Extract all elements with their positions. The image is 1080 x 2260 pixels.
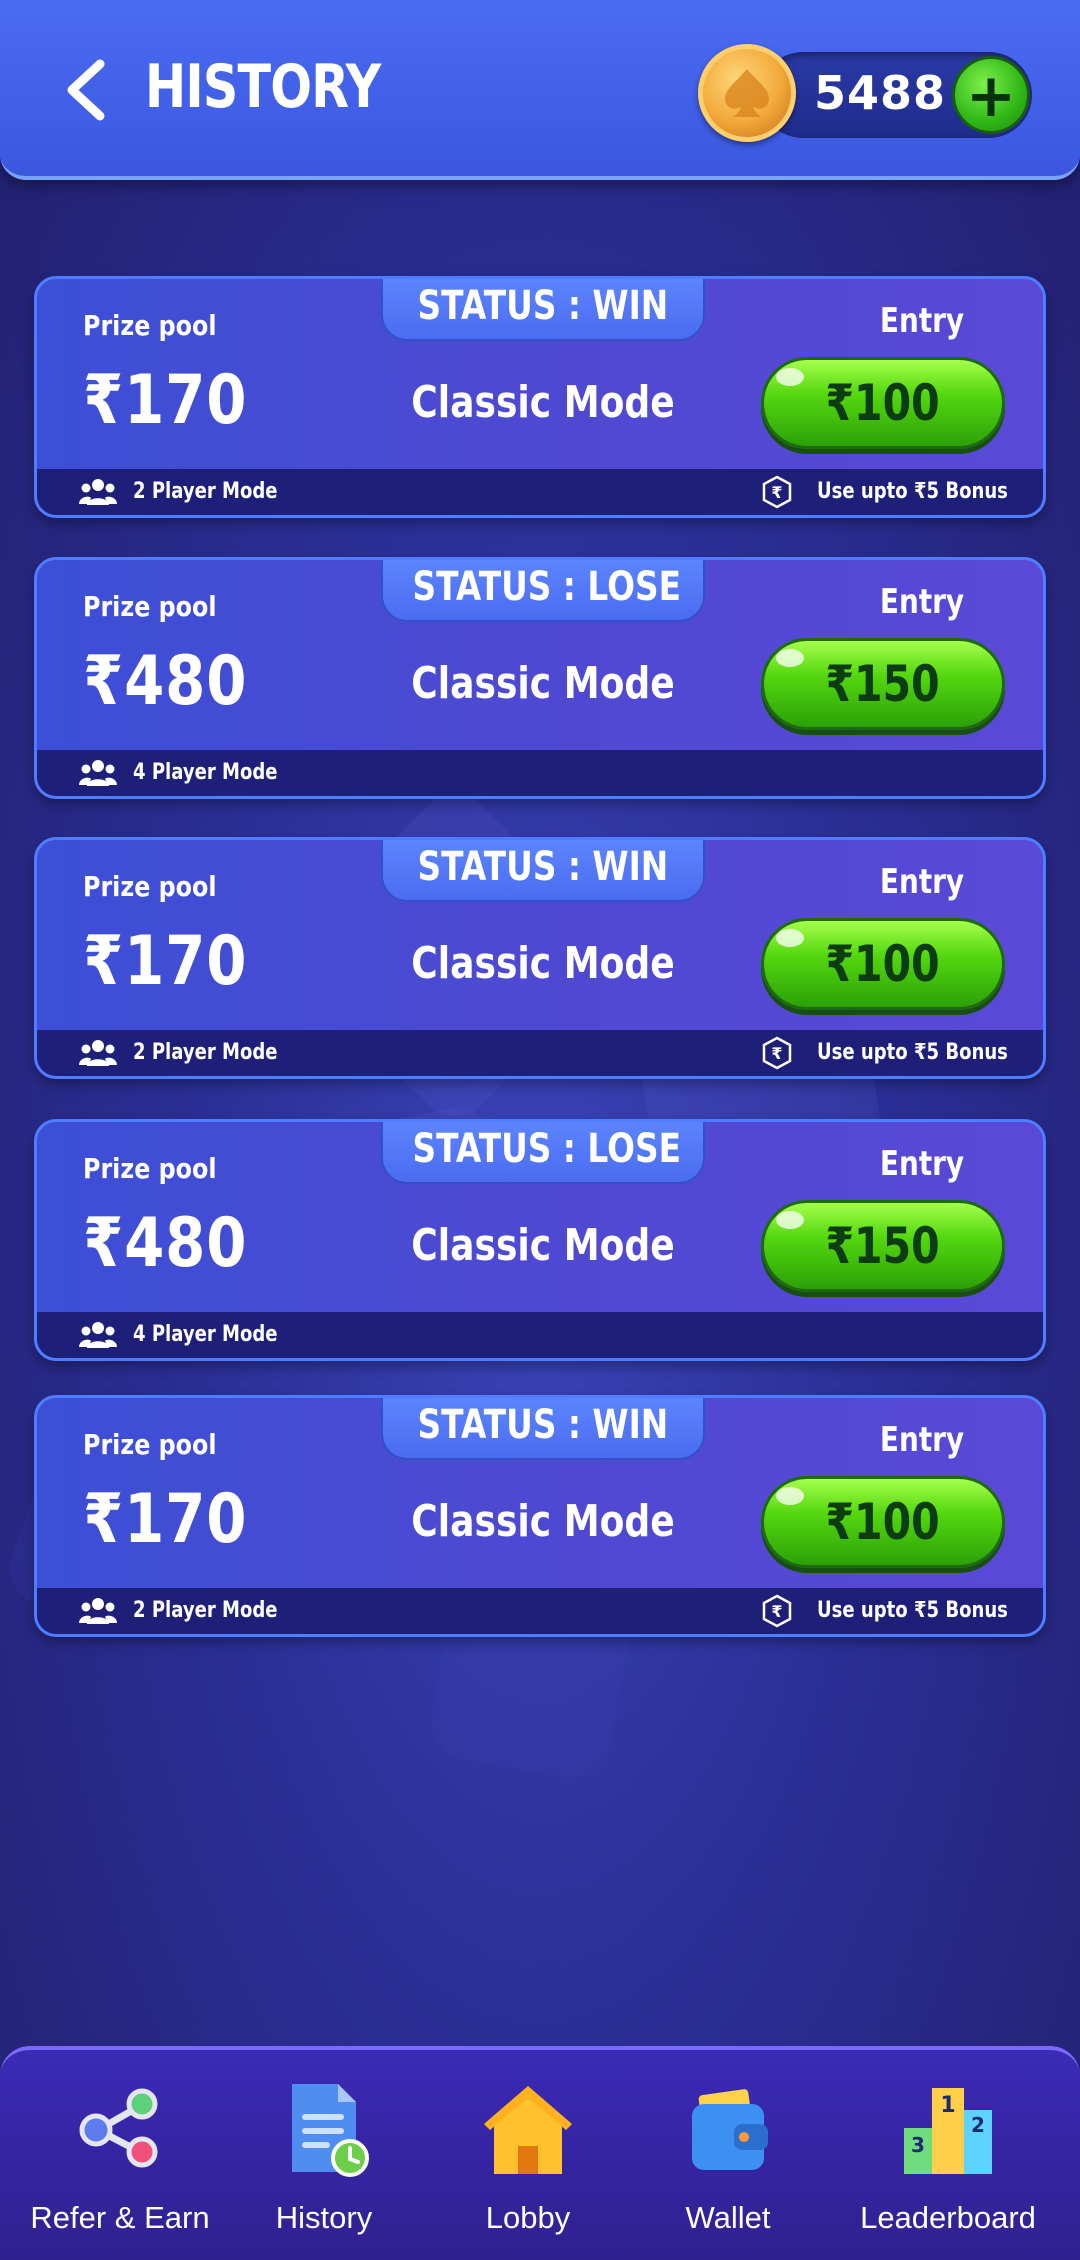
card-footer: 4 Player Mode [37, 750, 1043, 796]
entry-fee: ₹100 [825, 1493, 941, 1551]
history-card[interactable]: STATUS : WIN Prize pool ₹170 Classic Mod… [34, 837, 1046, 1079]
player-mode: 2 Player Mode [133, 1040, 278, 1065]
nav-item-wallet[interactable]: Wallet [620, 2050, 836, 2260]
entry-fee-button[interactable]: ₹150 [761, 638, 1005, 730]
game-mode: Classic Mode [411, 377, 675, 428]
card-footer: 2 Player Mode ₹ Use upto ₹5 Bonus [37, 469, 1043, 515]
status-text: STATUS : LOSE [412, 564, 681, 610]
rupee-shield-icon: ₹ [762, 1036, 792, 1070]
coin-balance: 5488 [814, 66, 947, 120]
prize-pool-label: Prize pool [83, 1428, 217, 1461]
history-card[interactable]: STATUS : LOSE Prize pool ₹480 Classic Mo… [34, 557, 1046, 799]
back-button[interactable] [62, 58, 112, 122]
nav-item-refer-earn[interactable]: Refer & Earn [12, 2050, 228, 2260]
bonus-info: Use upto ₹5 Bonus [817, 1040, 1008, 1065]
status-tab: STATUS : LOSE [381, 560, 705, 622]
home-icon [484, 2086, 572, 2174]
status-tab: STATUS : WIN [381, 279, 705, 341]
history-card[interactable]: STATUS : LOSE Prize pool ₹480 Classic Mo… [34, 1119, 1046, 1361]
svg-text:2: 2 [971, 2113, 985, 2137]
bonus-info: Use upto ₹5 Bonus [817, 1598, 1008, 1623]
entry-fee: ₹150 [825, 1217, 941, 1275]
nav-item-history[interactable]: History [216, 2050, 432, 2260]
prize-pool-amount: ₹480 [83, 642, 248, 721]
nav-label: Refer & Earn [30, 2200, 210, 2235]
players-icon [79, 479, 117, 505]
entry-fee: ₹100 [825, 935, 941, 993]
bottom-navigation: Refer & Earn History Lobby Wallet 1 2 3 … [0, 2046, 1080, 2260]
card-footer: 2 Player Mode ₹ Use upto ₹5 Bonus [37, 1588, 1043, 1634]
player-mode: 2 Player Mode [133, 479, 278, 504]
entry-fee-button[interactable]: ₹100 [761, 357, 1005, 449]
player-mode: 2 Player Mode [133, 1598, 278, 1623]
svg-text:1: 1 [940, 2093, 955, 2118]
prize-pool-label: Prize pool [83, 309, 217, 342]
nav-item-lobby[interactable]: Lobby [420, 2050, 636, 2260]
prize-pool-label: Prize pool [83, 1152, 217, 1185]
status-text: STATUS : LOSE [412, 1126, 681, 1172]
status-text: STATUS : WIN [417, 1402, 669, 1448]
rupee-shield-icon: ₹ [762, 1594, 792, 1628]
podium-icon: 1 2 3 [904, 2088, 992, 2174]
player-mode: 4 Player Mode [133, 1322, 278, 1347]
prize-pool-label: Prize pool [83, 870, 217, 903]
entry-label: Entry [879, 862, 965, 902]
card-footer: 2 Player Mode ₹ Use upto ₹5 Bonus [37, 1030, 1043, 1076]
game-mode: Classic Mode [411, 1496, 675, 1547]
entry-label: Entry [879, 1420, 965, 1460]
entry-label: Entry [879, 1144, 965, 1184]
prize-pool-amount: ₹170 [83, 361, 248, 440]
nav-label: History [275, 2200, 373, 2235]
prize-pool-label: Prize pool [83, 590, 217, 623]
players-icon [79, 1322, 117, 1348]
status-tab: STATUS : WIN [381, 1398, 705, 1460]
prize-pool-amount: ₹170 [83, 922, 248, 1001]
card-footer: 4 Player Mode [37, 1312, 1043, 1358]
prize-pool-amount: ₹480 [83, 1204, 248, 1283]
game-mode: Classic Mode [411, 938, 675, 989]
status-text: STATUS : WIN [417, 844, 669, 890]
status-tab: STATUS : WIN [381, 840, 705, 902]
nav-item-leaderboard[interactable]: 1 2 3 Leaderboard [840, 2050, 1056, 2260]
entry-fee: ₹100 [825, 374, 941, 432]
app-header: HISTORY 5488 + [0, 0, 1080, 180]
share-icon [79, 2088, 158, 2168]
game-mode: Classic Mode [411, 1220, 675, 1271]
entry-label: Entry [879, 301, 965, 341]
svg-text:₹: ₹ [771, 483, 782, 502]
players-icon [79, 760, 117, 786]
entry-label: Entry [879, 582, 965, 622]
player-mode: 4 Player Mode [133, 760, 278, 785]
players-icon [79, 1598, 117, 1624]
page-title: HISTORY [145, 52, 381, 122]
svg-text:3: 3 [911, 2133, 925, 2157]
status-tab: STATUS : LOSE [381, 1122, 705, 1184]
game-mode: Classic Mode [411, 658, 675, 709]
coin-icon [698, 44, 796, 142]
rupee-shield-icon: ₹ [762, 475, 792, 509]
players-icon [79, 1040, 117, 1066]
add-coins-button[interactable]: + [952, 56, 1030, 134]
nav-label: Lobby [485, 2200, 571, 2235]
history-card[interactable]: STATUS : WIN Prize pool ₹170 Classic Mod… [34, 1395, 1046, 1637]
status-text: STATUS : WIN [417, 283, 669, 329]
svg-text:₹: ₹ [771, 1602, 782, 1621]
bonus-info: Use upto ₹5 Bonus [817, 479, 1008, 504]
entry-fee-button[interactable]: ₹150 [761, 1200, 1005, 1292]
chevron-left-icon [67, 59, 105, 121]
entry-fee-button[interactable]: ₹100 [761, 918, 1005, 1010]
plus-icon: + [965, 61, 1017, 131]
history-icon [292, 2084, 369, 2177]
nav-label: Leaderboard [860, 2200, 1036, 2235]
nav-label: Wallet [685, 2200, 771, 2235]
wallet-icon [692, 2089, 768, 2170]
prize-pool-amount: ₹170 [83, 1480, 248, 1559]
history-card[interactable]: STATUS : WIN Prize pool ₹170 Classic Mod… [34, 276, 1046, 518]
entry-fee: ₹150 [825, 655, 941, 713]
svg-text:₹: ₹ [771, 1044, 782, 1063]
entry-fee-button[interactable]: ₹100 [761, 1476, 1005, 1568]
